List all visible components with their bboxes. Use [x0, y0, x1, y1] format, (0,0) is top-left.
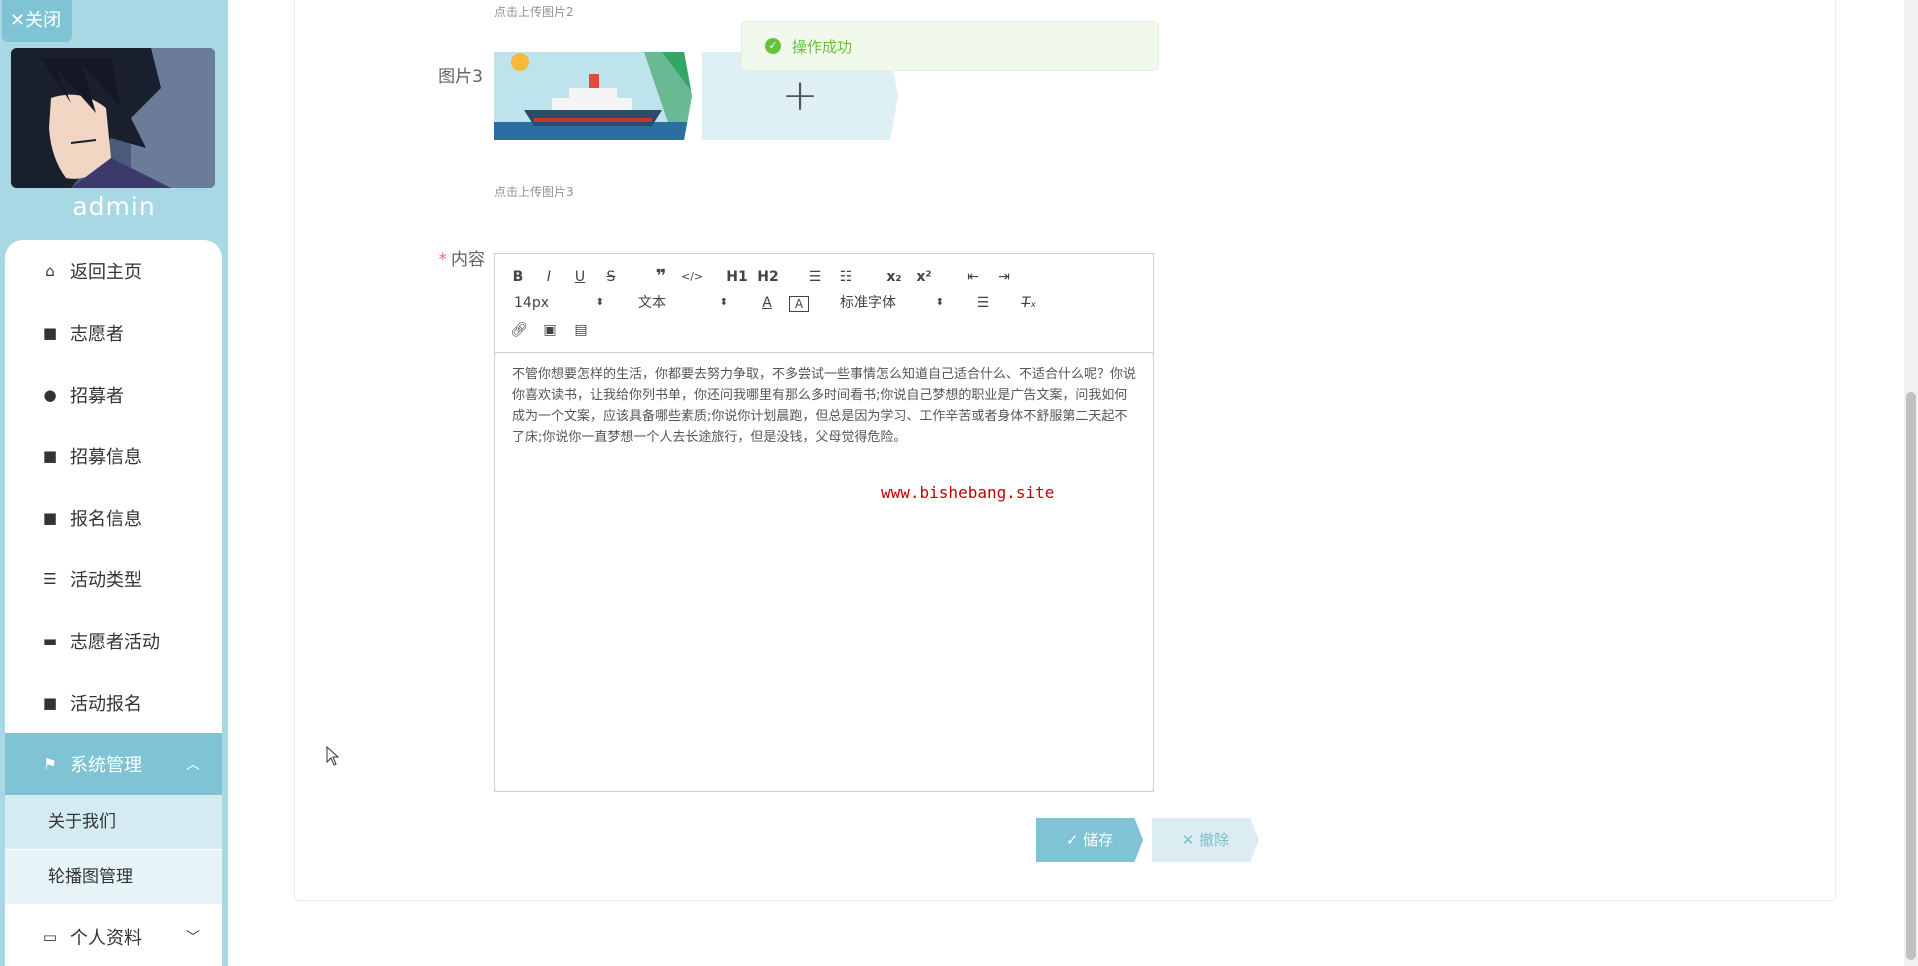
heading1-icon[interactable]: H1 — [726, 266, 748, 288]
username: admin — [72, 192, 156, 221]
mouse-cursor-icon — [326, 746, 340, 766]
font-size-select[interactable]: 14px ⬍ — [514, 292, 604, 314]
rich-text-editor: B I U S ❞ </> H1 H2 ☰ ☷ x₂ x² ⇤ ⇥ 14px ⬍… — [494, 253, 1154, 792]
chevron-down-icon: ﹀ — [186, 930, 200, 946]
required-mark: * — [438, 250, 448, 270]
menu-item-label: 个人资料 — [70, 928, 142, 949]
label-pic3: 图片3 — [438, 67, 483, 87]
sliders-icon: ☰ — [43, 570, 57, 588]
menu-item-label: 报名信息 — [70, 509, 142, 530]
menu-item-recruit-info[interactable]: ■ 招募信息 — [5, 425, 222, 487]
upload-hint-pic3: 点击上传图片3 — [494, 185, 574, 199]
superscript-icon[interactable]: x² — [914, 266, 934, 288]
font-color-icon[interactable]: A — [758, 292, 776, 314]
video-icon[interactable]: ▤ — [571, 319, 591, 341]
watermark-text: www.bishebang.site — [881, 483, 1055, 502]
select-arrow-icon: ⬍ — [595, 297, 604, 308]
user-icon: ● — [43, 386, 57, 404]
chevron-up-icon: ︿ — [186, 757, 200, 773]
menu-item-activity-signup[interactable]: ■ 活动报名 — [5, 672, 222, 734]
heading2-icon[interactable]: H2 — [757, 266, 779, 288]
block-format-value: 文本 — [638, 295, 666, 311]
italic-icon[interactable]: I — [540, 266, 558, 288]
close-button[interactable]: ✕关闭 — [2, 0, 72, 42]
menu-item-recruiter[interactable]: ● 招募者 — [5, 364, 222, 426]
label-content-text: 内容 — [451, 250, 485, 270]
menu-item-label: 志愿者活动 — [70, 632, 160, 653]
toast-message: 操作成功 — [792, 37, 853, 56]
menu-item-signup-info[interactable]: ■ 报名信息 — [5, 487, 222, 549]
strikethrough-icon[interactable]: S — [602, 266, 620, 288]
cancel-label: 撤除 — [1199, 831, 1230, 849]
scrollbar-thumb[interactable] — [1906, 392, 1916, 960]
grid-icon: ■ — [42, 447, 58, 465]
nav-menu: ⌂ 返回主页 ■ 志愿者 ● 招募者 ■ 招募信息 ■ 报名信息 ☰ 活动类型 … — [5, 240, 222, 966]
image-icon[interactable]: ▣ — [540, 319, 560, 341]
menu-item-label: 活动类型 — [70, 570, 142, 591]
underline-icon[interactable]: U — [571, 266, 589, 288]
check-circle-icon: ✓ — [765, 38, 781, 54]
upload-hint-pic2: 点击上传图片2 — [494, 5, 574, 19]
editor-toolbar: B I U S ❞ </> H1 H2 ☰ ☷ x₂ x² ⇤ ⇥ 14px ⬍… — [495, 254, 1153, 353]
menu-item-label: 志愿者 — [70, 324, 124, 345]
code-block-icon[interactable]: </> — [681, 266, 703, 288]
indent-icon[interactable]: ⇥ — [994, 266, 1014, 288]
save-button[interactable]: ✓ 储存 — [1036, 818, 1143, 862]
menu-item-label: 招募信息 — [70, 447, 142, 468]
ordered-list-icon[interactable]: ☰ — [805, 266, 825, 288]
menu-item-home[interactable]: ⌂ 返回主页 — [5, 240, 222, 302]
menu-item-label: 返回主页 — [70, 262, 142, 283]
menu-item-activity-type[interactable]: ☰ 活动类型 — [5, 548, 222, 610]
menu-item-system[interactable]: ⚑ 系统管理 ︿ — [5, 733, 222, 795]
grid-icon: ■ — [42, 324, 58, 342]
menu-item-label: 系统管理 — [70, 755, 142, 776]
select-arrow-icon: ⬍ — [935, 297, 944, 308]
submenu-item-carousel[interactable]: 轮播图管理 — [5, 850, 222, 904]
editor-content[interactable]: 不管你想要怎样的生活，你都要去努力争取，不多尝试一些事情怎么知道自己适合什么、不… — [512, 364, 1140, 448]
menu-item-profile[interactable]: ▭ 个人资料 ﹀ — [5, 906, 222, 966]
select-arrow-icon: ⬍ — [719, 297, 728, 308]
avatar — [11, 48, 215, 188]
flag-icon: ⚑ — [43, 755, 57, 773]
font-family-value: 标准字体 — [840, 295, 896, 311]
plus-icon: + — [781, 70, 819, 121]
outdent-icon[interactable]: ⇤ — [963, 266, 983, 288]
close-icon: ✕ — [1181, 831, 1200, 849]
success-toast: ✓ 操作成功 — [741, 21, 1159, 71]
font-family-select[interactable]: 标准字体 ⬍ — [840, 292, 944, 314]
sidebar: ✕关闭 admin ⌂ 返回主页 ■ 志愿者 ● 招募者 ■ 招募信息 ■ 报名… — [0, 0, 228, 966]
subscript-icon[interactable]: x₂ — [884, 266, 904, 288]
menu-item-label: 活动报名 — [70, 694, 142, 715]
grid-icon: ■ — [42, 694, 58, 712]
briefcase-icon: ▬ — [42, 632, 58, 650]
home-icon: ⌂ — [45, 262, 55, 280]
background-color-icon[interactable]: A — [789, 296, 809, 312]
bold-icon[interactable]: B — [509, 266, 527, 288]
menu-item-volunteer-activity[interactable]: ▬ 志愿者活动 — [5, 610, 222, 672]
uploaded-image-pic3[interactable] — [494, 52, 692, 140]
check-icon: ✓ — [1065, 831, 1084, 849]
menu-item-label: 招募者 — [70, 386, 124, 407]
save-label: 储存 — [1083, 831, 1114, 849]
block-format-select[interactable]: 文本 ⬍ — [638, 292, 728, 314]
bullet-list-icon[interactable]: ☷ — [836, 266, 856, 288]
blockquote-icon[interactable]: ❞ — [651, 266, 671, 288]
cancel-button[interactable]: ✕ 撤除 — [1152, 818, 1259, 862]
menu-item-volunteer[interactable]: ■ 志愿者 — [5, 302, 222, 364]
grid-icon: ■ — [42, 509, 58, 527]
clear-format-icon[interactable]: T̶ₓ — [1019, 292, 1039, 314]
font-size-value: 14px — [514, 295, 549, 311]
submenu-item-about[interactable]: 关于我们 — [5, 795, 222, 849]
link-icon[interactable]: 🔗︎ — [509, 319, 529, 341]
card-icon: ▭ — [42, 928, 58, 946]
align-icon[interactable]: ☰ — [973, 292, 993, 314]
label-content: * 内容 — [400, 245, 486, 270]
